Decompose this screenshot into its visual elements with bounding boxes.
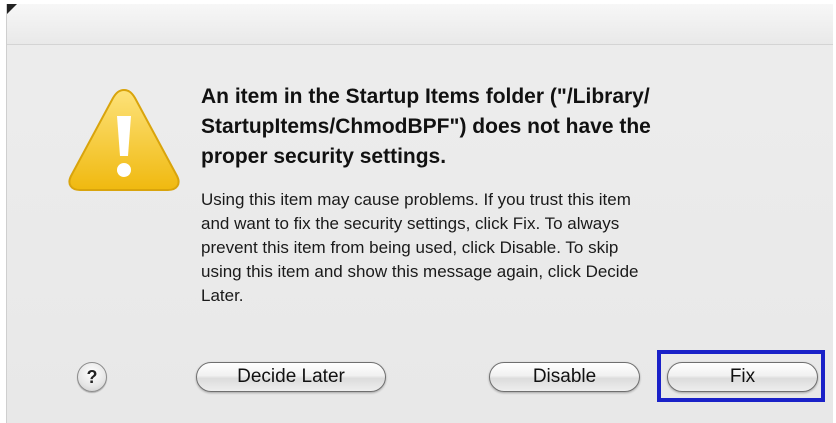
message-line: Later. — [201, 286, 244, 305]
message-line: Using this item may cause problems. If y… — [201, 190, 631, 209]
headline-line: StartupItems/ChmodBPF") does not have th… — [201, 115, 651, 138]
disable-button[interactable]: Disable — [489, 362, 640, 392]
alert-headline: An item in the Startup Items folder ("/L… — [201, 82, 801, 172]
decide-later-label: Decide Later — [237, 366, 345, 387]
headline-line: proper security settings. — [201, 145, 447, 168]
fix-label: Fix — [729, 366, 756, 387]
help-button[interactable]: ? — [77, 362, 107, 392]
dialog-title-bar — [7, 4, 833, 45]
help-icon: ? — [86, 366, 98, 387]
decide-later-button[interactable]: Decide Later — [196, 362, 386, 392]
window-corner — [7, 4, 17, 14]
message-line: using this item and show this message ag… — [201, 262, 639, 281]
fix-button[interactable]: Fix — [667, 362, 818, 392]
headline-line: An item in the Startup Items folder ("/L… — [201, 85, 650, 108]
disable-label: Disable — [532, 366, 597, 387]
message-line: and want to fix the security settings, c… — [201, 214, 620, 233]
message-line: prevent this item from being used, click… — [201, 238, 619, 257]
warning-triangle-icon — [65, 84, 183, 194]
alert-message: Using this item may cause problems. If y… — [201, 188, 801, 308]
